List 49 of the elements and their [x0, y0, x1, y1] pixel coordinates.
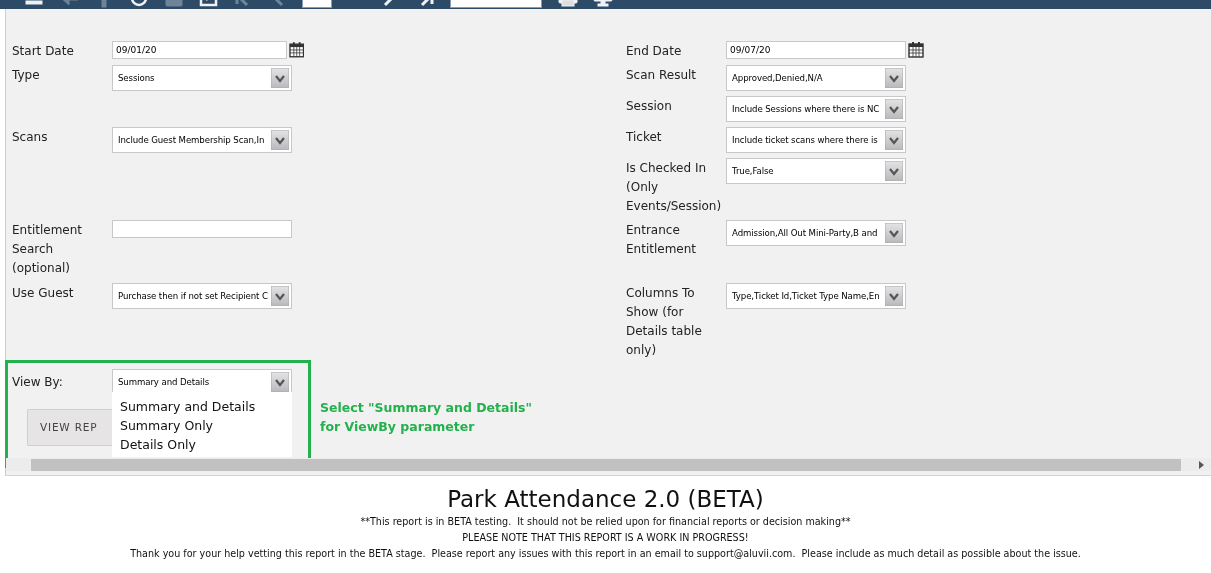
dropdown-arrow-icon[interactable]: [271, 68, 289, 88]
field-label: View By:: [12, 374, 64, 391]
view-report-button[interactable]: VIEW REP: [27, 409, 113, 446]
field-label: Scan Result: [626, 67, 698, 84]
field-label: Is Checked In (Only Events/Session): [626, 160, 723, 215]
field-label: Columns To Show (for Details table only): [626, 285, 703, 359]
report-title: Park Attendance 2.0 (BETA): [446, 485, 765, 514]
field-label: Entitlement Search (optional): [12, 222, 84, 277]
dropdown-field[interactable]: Summary and Details: [112, 369, 292, 395]
dropdown-arrow-icon[interactable]: [885, 161, 903, 181]
dropdown-option[interactable]: Summary Only: [120, 416, 292, 435]
date-field[interactable]: 09/01/20: [112, 41, 287, 59]
field-label: Ticket: [626, 129, 663, 146]
dropdown-option[interactable]: Details Only: [120, 435, 292, 454]
field-label: End Date: [626, 43, 683, 60]
dropdown-option[interactable]: Summary and Details: [120, 397, 292, 416]
report-note: **This report is in BETA testing. It should not be relied upon for financial reports or decision making**: [359, 515, 852, 529]
annotation-text: for ViewBy parameter: [320, 418, 476, 436]
dropdown-arrow-icon[interactable]: [271, 372, 289, 392]
field-label: Start Date: [12, 43, 75, 60]
scroll-right-icon[interactable]: [1197, 460, 1205, 469]
dropdown-field[interactable]: Approved,Denied,N/A: [726, 65, 906, 91]
dropdown-field[interactable]: Purchase then if not set Recipient C: [112, 283, 292, 309]
dropdown-arrow-icon[interactable]: [885, 99, 903, 119]
dropdown-arrow-icon[interactable]: [271, 130, 289, 150]
date-field[interactable]: 09/07/20: [726, 41, 906, 59]
text-field[interactable]: [112, 220, 292, 238]
field-label: Type: [12, 67, 41, 84]
field-label: Scans: [12, 129, 49, 146]
field-label: Entrance Entitlement: [626, 222, 698, 258]
field-label: Use Guest: [12, 285, 75, 302]
dropdown-arrow-icon[interactable]: [885, 223, 903, 243]
dropdown-arrow-icon[interactable]: [271, 286, 289, 306]
field-label: Session: [626, 98, 673, 115]
dropdown-field[interactable]: Sessions: [112, 65, 292, 91]
dropdown-arrow-icon[interactable]: [885, 68, 903, 88]
dropdown-field[interactable]: Admission,All Out Mini-Party,B and: [726, 220, 906, 246]
report-note: PLEASE NOTE THAT THIS REPORT IS A WORK IN PROGRESS!: [461, 531, 750, 545]
dropdown-field[interactable]: Include Sessions where there is NC: [726, 96, 906, 122]
dropdown-field[interactable]: Include ticket scans where there is: [726, 127, 906, 153]
report-note: Thank you for your help vetting this report in the BETA stage. Please report any issues with this report in an email to support@aluvii.com. Please include as much detail as possible about the issue.: [129, 547, 1082, 561]
dropdown-arrow-icon[interactable]: [885, 286, 903, 306]
dropdown-field[interactable]: Include Guest Membership Scan,In: [112, 127, 292, 153]
dropdown-field[interactable]: Type,Ticket Id,Ticket Type Name,En: [726, 283, 906, 309]
dropdown-field[interactable]: True,False: [726, 158, 906, 184]
annotation-text: Select "Summary and Details": [320, 399, 532, 417]
dropdown-arrow-icon[interactable]: [885, 130, 903, 150]
calendar-icon[interactable]: [908, 41, 924, 58]
calendar-icon[interactable]: [288, 41, 304, 58]
